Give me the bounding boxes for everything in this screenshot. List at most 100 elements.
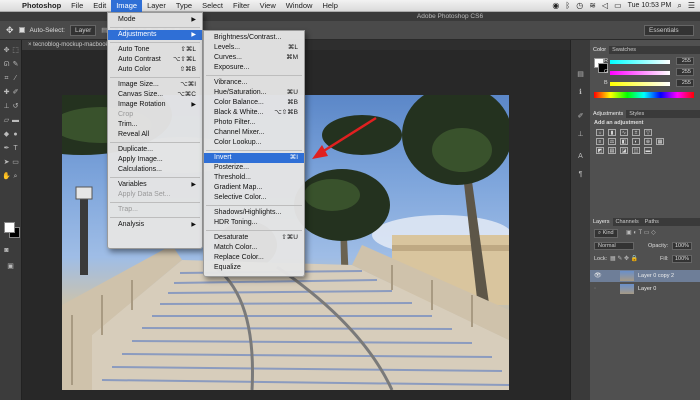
menu-help[interactable]: Help	[317, 0, 342, 12]
auto-select-target-dropdown[interactable]: Layer	[69, 24, 97, 36]
eyedropper-tool-icon[interactable]: ⁄	[11, 74, 20, 84]
fill-field[interactable]: 100%	[672, 255, 693, 263]
zoom-tool-icon[interactable]: ⌕	[11, 172, 20, 182]
clock[interactable]: Tue 10:53 PM	[628, 2, 672, 9]
menu-item-calculations[interactable]: Calculations...	[108, 165, 202, 175]
menu-app[interactable]: Photoshop	[17, 0, 66, 12]
path-select-tool-icon[interactable]: ➤	[2, 158, 11, 168]
adjust-item-invert[interactable]: Invert ⌘I	[204, 153, 304, 163]
lock-icons[interactable]: ▦ ✎ ✥ 🔒	[610, 255, 638, 262]
menu-item-analysis[interactable]: Analysis ▶	[108, 220, 202, 230]
channel-mixer-icon[interactable]: ⊕	[644, 138, 652, 145]
crop-tool-icon[interactable]: ⌗	[2, 74, 11, 84]
adjust-item-vibrance[interactable]: Vibrance...	[204, 78, 304, 88]
adjust-item-match-color[interactable]: Match Color...	[204, 243, 304, 253]
b-value[interactable]: 255	[676, 79, 694, 87]
color-ramp[interactable]	[594, 92, 694, 98]
adjust-item-channel-mixer[interactable]: Channel Mixer...	[204, 128, 304, 138]
blur-tool-icon[interactable]: ◆	[2, 130, 11, 140]
menu-item-duplicate[interactable]: Duplicate...	[108, 145, 202, 155]
adjust-item-equalize[interactable]: Equalize	[204, 263, 304, 273]
move-tool-icon[interactable]: ✥	[6, 25, 14, 36]
move-tool-icon[interactable]: ✥	[2, 46, 11, 56]
adjust-item-desaturate[interactable]: Desaturate ⇧⌘U	[204, 233, 304, 243]
battery-icon[interactable]: ▭	[614, 1, 622, 10]
adjust-item-exposure[interactable]: Exposure...	[204, 63, 304, 73]
menu-item-image-size[interactable]: Image Size... ⌥⌘I	[108, 80, 202, 90]
menu-item-auto-color[interactable]: Auto Color ⇧⌘B	[108, 65, 202, 75]
curves-icon[interactable]: ∿	[620, 129, 628, 136]
menu-image[interactable]: Image	[111, 0, 143, 12]
levels-icon[interactable]: ▮	[608, 129, 616, 136]
tab-swatches[interactable]: Swatches	[609, 46, 639, 54]
exposure-icon[interactable]: ±	[632, 129, 640, 136]
hand-tool-icon[interactable]: ✋	[2, 172, 11, 182]
g-slider[interactable]	[610, 71, 670, 75]
volume-icon[interactable]: ◁	[602, 1, 608, 10]
notification-list-icon[interactable]: ☰	[688, 1, 695, 10]
selective-color-icon[interactable]: ◫	[632, 147, 640, 154]
invert-icon[interactable]: ◩	[596, 147, 604, 154]
menu-item-canvas-size[interactable]: Canvas Size... ⌥⌘C	[108, 90, 202, 100]
workspace-dropdown[interactable]: Essentials	[644, 25, 694, 36]
layer-name[interactable]: Layer 0 copy 2	[638, 270, 674, 282]
properties-panel-icon[interactable]: ℹ	[576, 88, 585, 98]
menu-item-mode[interactable]: Mode ▶	[108, 15, 202, 25]
eraser-tool-icon[interactable]: ▱	[2, 116, 11, 126]
layer-name[interactable]: Layer 0	[638, 283, 656, 295]
black-white-icon[interactable]: ◧	[620, 138, 628, 145]
adjust-item-threshold[interactable]: Threshold...	[204, 173, 304, 183]
menu-item-reveal-all[interactable]: Reveal All	[108, 130, 202, 140]
adjust-item-color-balance[interactable]: Color Balance... ⌘B	[204, 98, 304, 108]
threshold-icon[interactable]: ◪	[620, 147, 628, 154]
shape-tool-icon[interactable]: ▭	[11, 158, 20, 168]
gradient-tool-icon[interactable]: ▬	[11, 116, 20, 126]
bluetooth-icon[interactable]: ᛒ	[565, 1, 570, 10]
stamp-tool-icon[interactable]: ⊥	[2, 102, 11, 112]
adjust-item-color-lookup[interactable]: Color Lookup...	[204, 138, 304, 148]
menu-view[interactable]: View	[255, 0, 281, 12]
b-slider[interactable]	[610, 82, 670, 86]
foreground-color-swatch[interactable]	[4, 222, 15, 233]
history-panel-icon[interactable]: ▤	[576, 70, 585, 80]
brush-panel-icon[interactable]: ✐	[576, 112, 585, 122]
screen-mode-icon[interactable]: ▣	[6, 262, 15, 272]
type-tool-icon[interactable]: T	[11, 144, 20, 154]
adjust-item-black-white[interactable]: Black & White... ⌥⇧⌘B	[204, 108, 304, 118]
adjust-item-hue-saturation[interactable]: Hue/Saturation... ⌘U	[204, 88, 304, 98]
r-slider[interactable]	[610, 60, 670, 64]
layer-kind-filter[interactable]: ⌕ Kind	[594, 229, 618, 238]
tab-styles[interactable]: Styles	[626, 110, 647, 118]
filter-icons[interactable]: ▣ ◐ T ▭ ◇	[626, 229, 656, 236]
marquee-tool-icon[interactable]: ⬚	[11, 46, 20, 56]
menu-item-auto-tone[interactable]: Auto Tone ⇧⌘L	[108, 45, 202, 55]
layer-row-top[interactable]: 👁 Layer 0 copy 2	[590, 270, 700, 282]
auto-select-checkbox[interactable]	[18, 27, 25, 33]
hue-saturation-icon[interactable]: ≡	[596, 138, 604, 145]
opacity-field[interactable]: 100%	[672, 242, 693, 250]
menu-item-trim[interactable]: Trim...	[108, 120, 202, 130]
pen-tool-icon[interactable]: ✒	[2, 144, 11, 154]
adjust-item-gradient-map[interactable]: Gradient Map...	[204, 183, 304, 193]
color-lookup-icon[interactable]: ▦	[656, 138, 664, 145]
menu-file[interactable]: File	[66, 0, 88, 12]
quick-mask-icon[interactable]: ◙	[2, 246, 11, 256]
adjust-item-brightness-contrast[interactable]: Brightness/Contrast...	[204, 33, 304, 43]
tab-channels[interactable]: Channels	[613, 218, 642, 226]
adjust-item-shadows-highlights[interactable]: Shadows/Highlights...	[204, 208, 304, 218]
eye-hidden-icon[interactable]: ▫	[594, 283, 596, 295]
brush-tool-icon[interactable]: ✐	[11, 88, 20, 98]
menu-item-auto-contrast[interactable]: Auto Contrast ⌥⇧⌘L	[108, 55, 202, 65]
menu-select[interactable]: Select	[197, 0, 228, 12]
menu-item-variables[interactable]: Variables ▶	[108, 180, 202, 190]
layer-row-bottom[interactable]: ▫ Layer 0	[590, 283, 700, 295]
clock-history-icon[interactable]: ◷	[576, 1, 583, 10]
adjust-item-replace-color[interactable]: Replace Color...	[204, 253, 304, 263]
menu-filter[interactable]: Filter	[228, 0, 255, 12]
menu-item-image-rotation[interactable]: Image Rotation ▶	[108, 100, 202, 110]
gradient-map-icon[interactable]: ▬	[644, 147, 652, 154]
menu-edit[interactable]: Edit	[88, 0, 111, 12]
brightness-icon[interactable]: ☼	[596, 129, 604, 136]
posterize-icon[interactable]: ▤	[608, 147, 616, 154]
menu-type[interactable]: Type	[171, 0, 197, 12]
